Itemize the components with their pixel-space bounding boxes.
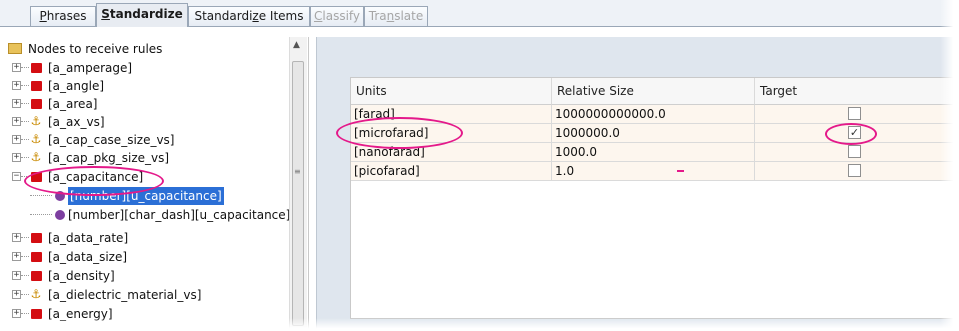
expand-icon[interactable]: + — [12, 252, 21, 261]
tab-translate[interactable]: Translate — [364, 6, 428, 26]
column-header-target[interactable]: Target — [755, 78, 959, 105]
torn-edge-right — [940, 0, 959, 331]
expand-icon[interactable]: + — [12, 309, 21, 318]
relative-size-cell[interactable]: 1000000.0 — [552, 124, 755, 143]
torn-edge-bottom — [0, 318, 959, 331]
tree-connector — [21, 237, 29, 239]
expand-icon[interactable]: + — [12, 81, 21, 90]
relative-size-cell[interactable]: 1.0 — [552, 162, 755, 181]
expand-icon[interactable]: + — [12, 99, 21, 108]
annotation-ellipse — [336, 117, 463, 149]
tree-connector — [21, 157, 29, 159]
target-cell[interactable] — [755, 143, 959, 162]
tree-connector — [21, 67, 29, 69]
anchor-icon: ⚓ — [30, 132, 42, 146]
annotation-mark — [677, 170, 684, 172]
red-square-icon — [31, 81, 42, 91]
tab-standardize-label: tandardize — [109, 7, 183, 21]
tree-node-label: [a_dielectric_material_vs] — [48, 288, 202, 302]
tree-node-label: [a_cap_case_size_vs] — [48, 133, 175, 147]
relative-size-cell[interactable]: 1000000000000.0 — [552, 105, 755, 124]
tree-connector — [21, 139, 29, 141]
tree-connector — [21, 275, 29, 277]
red-square-icon — [31, 271, 42, 281]
expand-icon[interactable]: + — [12, 290, 21, 299]
tree-node-label: [a_angle] — [48, 79, 105, 93]
tab-phrases-label: hrases — [46, 9, 87, 23]
anchor-icon: ⚓ — [30, 150, 42, 164]
tab-classify[interactable]: Classify — [310, 6, 364, 26]
expand-icon[interactable]: + — [12, 117, 21, 126]
grip-icon: ≡ — [294, 167, 301, 176]
red-square-icon — [31, 252, 42, 262]
tree-node-label: [a_amperage] — [48, 61, 133, 75]
tab-standardize-mnemonic: S — [101, 7, 110, 21]
tree-node-label: [a_ax_vs] — [48, 115, 105, 129]
red-square-icon — [31, 63, 42, 73]
annotation-ellipse — [24, 166, 164, 196]
target-checkbox[interactable] — [848, 145, 861, 158]
tree-connector — [21, 121, 29, 123]
target-checkbox[interactable] — [848, 164, 861, 177]
collapse-icon[interactable]: − — [12, 172, 21, 181]
target-cell[interactable] — [755, 105, 959, 124]
expand-icon[interactable]: + — [12, 63, 21, 72]
tree-scrollbar[interactable]: ▲ ≡ — [289, 37, 307, 331]
tab-strip: Phrases Standardize Standardize Items Cl… — [0, 0, 959, 27]
tree-connector — [21, 294, 29, 296]
tree-node-label: [a_cap_pkg_size_vs] — [48, 151, 170, 165]
tab-phrases-mnemonic: P — [39, 9, 47, 23]
purple-dot-icon — [55, 210, 65, 220]
scroll-up-icon[interactable]: ▲ — [293, 40, 300, 50]
tree-connector — [21, 313, 29, 315]
tree-node-label: [number][char_dash][u_capacitance] — [68, 208, 291, 222]
tab-translate-label-end: slate — [394, 9, 424, 23]
target-cell[interactable] — [755, 162, 959, 181]
red-square-icon — [31, 99, 42, 109]
unit-cell[interactable]: [picofarad] — [351, 162, 552, 181]
tab-standardize-items-label-end: e Items — [258, 9, 304, 23]
tree-node-label: [a_data_rate] — [48, 231, 129, 245]
tab-standardize-items-label-start: Standardi — [194, 9, 253, 23]
tab-phrases[interactable]: Phrases — [30, 6, 96, 26]
column-header-relative-size[interactable]: Relative Size — [552, 78, 755, 105]
tree-connector — [30, 195, 52, 197]
relative-size-cell[interactable]: 1000.0 — [552, 143, 755, 162]
annotation-ellipse — [825, 123, 877, 145]
tab-standardize-items[interactable]: Standardize Items — [188, 6, 310, 26]
tree-connector — [21, 256, 29, 258]
expand-icon[interactable]: + — [12, 135, 21, 144]
tree-connector — [21, 103, 29, 105]
tab-translate-label-start: Tra — [368, 9, 387, 23]
tree-node-label: [a_density] — [48, 269, 115, 283]
tree-root-label: Nodes to receive rules — [28, 42, 163, 56]
folder-icon — [8, 43, 22, 54]
expand-icon[interactable]: + — [12, 271, 21, 280]
tree-node-label: [a_data_size] — [48, 250, 128, 264]
tab-classify-label: lassify — [322, 9, 361, 23]
tree-node-label: [a_area] — [48, 97, 98, 111]
tree-connector — [21, 85, 29, 87]
scrollbar-thumb[interactable] — [292, 61, 304, 326]
tab-standardize[interactable]: Standardize — [96, 3, 188, 27]
red-square-icon — [31, 233, 42, 243]
anchor-icon: ⚓ — [30, 114, 42, 128]
tree-connector — [30, 214, 52, 216]
anchor-icon: ⚓ — [30, 287, 42, 301]
expand-icon[interactable]: + — [12, 153, 21, 162]
target-checkbox[interactable] — [848, 107, 861, 120]
units-grid[interactable]: Units Relative Size Target [farad] 10000… — [350, 77, 959, 319]
column-header-units[interactable]: Units — [351, 78, 552, 105]
expand-icon[interactable]: + — [12, 233, 21, 242]
